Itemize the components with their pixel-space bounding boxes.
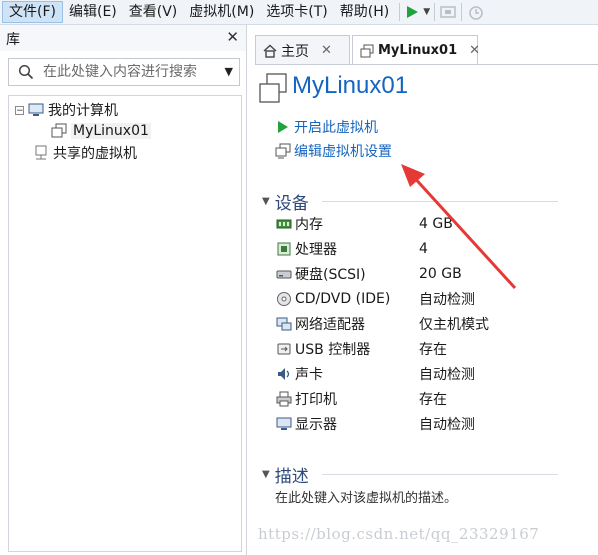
- tab-strip: 主页 ✕ MyLinux01 ✕: [255, 35, 598, 65]
- device-row-printer[interactable]: 打印机 存在: [276, 388, 576, 410]
- search-input[interactable]: [43, 62, 213, 82]
- close-icon[interactable]: ✕: [226, 28, 239, 46]
- vm-tree: − 我的计算机 MyLinux01 共享的虚拟机: [8, 95, 242, 552]
- tree-item-shared-vms[interactable]: 共享的虚拟机: [33, 143, 137, 163]
- tab-label: 主页: [281, 43, 309, 60]
- description-placeholder[interactable]: 在此处键入对该虚拟机的描述。: [275, 487, 457, 506]
- device-row-usb[interactable]: USB 控制器 存在: [276, 338, 576, 360]
- device-value: 存在: [419, 392, 447, 408]
- menu-help[interactable]: 帮助(H): [334, 1, 395, 23]
- menu-tabs[interactable]: 选项卡(T): [260, 1, 333, 23]
- vm-title: MyLinux01: [292, 72, 409, 99]
- toolbar-separator: [461, 3, 463, 21]
- device-value: 自动检测: [419, 367, 475, 383]
- library-title: 库: [6, 32, 20, 48]
- device-name: 打印机: [295, 392, 337, 408]
- collapse-caret-icon[interactable]: ▼: [262, 469, 270, 480]
- menu-file[interactable]: 文件(F): [2, 1, 63, 23]
- tree-item-my-computer[interactable]: − 我的计算机: [15, 100, 118, 120]
- device-name: USB 控制器: [295, 342, 371, 358]
- play-icon: [275, 119, 291, 135]
- close-icon[interactable]: ✕: [321, 43, 332, 58]
- menu-view[interactable]: 查看(V): [123, 1, 184, 23]
- description-title: 描述: [274, 467, 309, 487]
- tree-item-label: 共享的虚拟机: [53, 146, 137, 162]
- printer-icon: [276, 391, 292, 407]
- usb-icon: [276, 341, 292, 357]
- tab-mylinux01[interactable]: MyLinux01 ✕: [352, 35, 480, 65]
- annotation-arrow-icon: [401, 164, 517, 290]
- edit-settings-link[interactable]: 编辑虚拟机设置: [275, 141, 392, 161]
- collapse-caret-icon[interactable]: ▼: [262, 196, 270, 207]
- memory-icon: [276, 216, 292, 232]
- vm-icon: [51, 123, 67, 139]
- device-name: 网络适配器: [295, 317, 365, 333]
- devices-title: 设备: [274, 194, 309, 214]
- tab-label: MyLinux01: [378, 43, 458, 58]
- vm-large-icon: [259, 73, 287, 103]
- collapse-icon[interactable]: −: [15, 105, 24, 115]
- devices-section-header[interactable]: ▼ 设备: [262, 189, 309, 214]
- menu-edit[interactable]: 编辑(E): [63, 1, 123, 23]
- action-label: 开启此虚拟机: [294, 120, 378, 136]
- device-row-network[interactable]: 网络适配器 仅主机模式: [276, 313, 576, 335]
- device-name: 显示器: [295, 417, 337, 433]
- device-name: 声卡: [295, 367, 323, 383]
- computer-icon: [28, 102, 44, 118]
- device-row-display[interactable]: 显示器 自动检测: [276, 413, 576, 435]
- menu-vm[interactable]: 虚拟机(M): [183, 1, 260, 23]
- device-row-sound[interactable]: 声卡 自动检测: [276, 363, 576, 385]
- shared-vm-icon: [33, 145, 49, 161]
- vm-settings-icon: [275, 143, 291, 159]
- snapshot-icon: [469, 6, 483, 20]
- power-on-link[interactable]: 开启此虚拟机: [275, 117, 378, 137]
- vm-icon: [360, 44, 374, 58]
- cd-icon: [276, 291, 292, 307]
- action-label: 编辑虚拟机设置: [294, 144, 392, 160]
- toolbar-separator: [399, 3, 401, 21]
- snapshot-button[interactable]: [466, 1, 486, 23]
- chevron-down-icon[interactable]: ▼: [423, 7, 430, 17]
- library-header: 库 ✕: [0, 25, 246, 51]
- tree-item-label: 我的计算机: [48, 103, 118, 119]
- tree-item-mylinux01[interactable]: MyLinux01: [51, 121, 151, 141]
- library-search-box[interactable]: ▼: [8, 58, 240, 86]
- cpu-icon: [276, 241, 292, 257]
- fullscreen-button[interactable]: [439, 1, 457, 23]
- fullscreen-icon: [440, 6, 456, 18]
- close-icon[interactable]: ✕: [469, 43, 480, 58]
- tree-item-label: MyLinux01: [71, 123, 151, 139]
- description-section-header[interactable]: ▼ 描述: [262, 462, 309, 487]
- watermark-text: https://blog.csdn.net/qq_23329167: [258, 525, 540, 543]
- play-icon: [407, 6, 419, 18]
- tab-home[interactable]: 主页 ✕: [255, 35, 350, 65]
- chevron-down-icon[interactable]: ▼: [225, 65, 233, 78]
- menu-bar: 文件(F) 编辑(E) 查看(V) 虚拟机(M) 选项卡(T) 帮助(H) ▼: [0, 0, 598, 25]
- play-button[interactable]: ▼: [404, 1, 430, 23]
- tab-underline: [255, 64, 598, 65]
- device-value: 仅主机模式: [419, 317, 489, 333]
- toolbar-separator: [434, 3, 436, 21]
- sound-icon: [276, 366, 292, 382]
- device-value: 存在: [419, 342, 447, 358]
- home-icon: [263, 44, 277, 58]
- divider: [322, 474, 558, 475]
- library-pane: 库 ✕ ▼ − 我的计算机 MyLinux01 共享的虚拟机: [0, 25, 247, 555]
- monitor-icon: [276, 416, 292, 432]
- harddisk-icon: [276, 266, 292, 282]
- network-icon: [276, 316, 292, 332]
- search-icon: [18, 64, 34, 80]
- device-value: 自动检测: [419, 417, 475, 433]
